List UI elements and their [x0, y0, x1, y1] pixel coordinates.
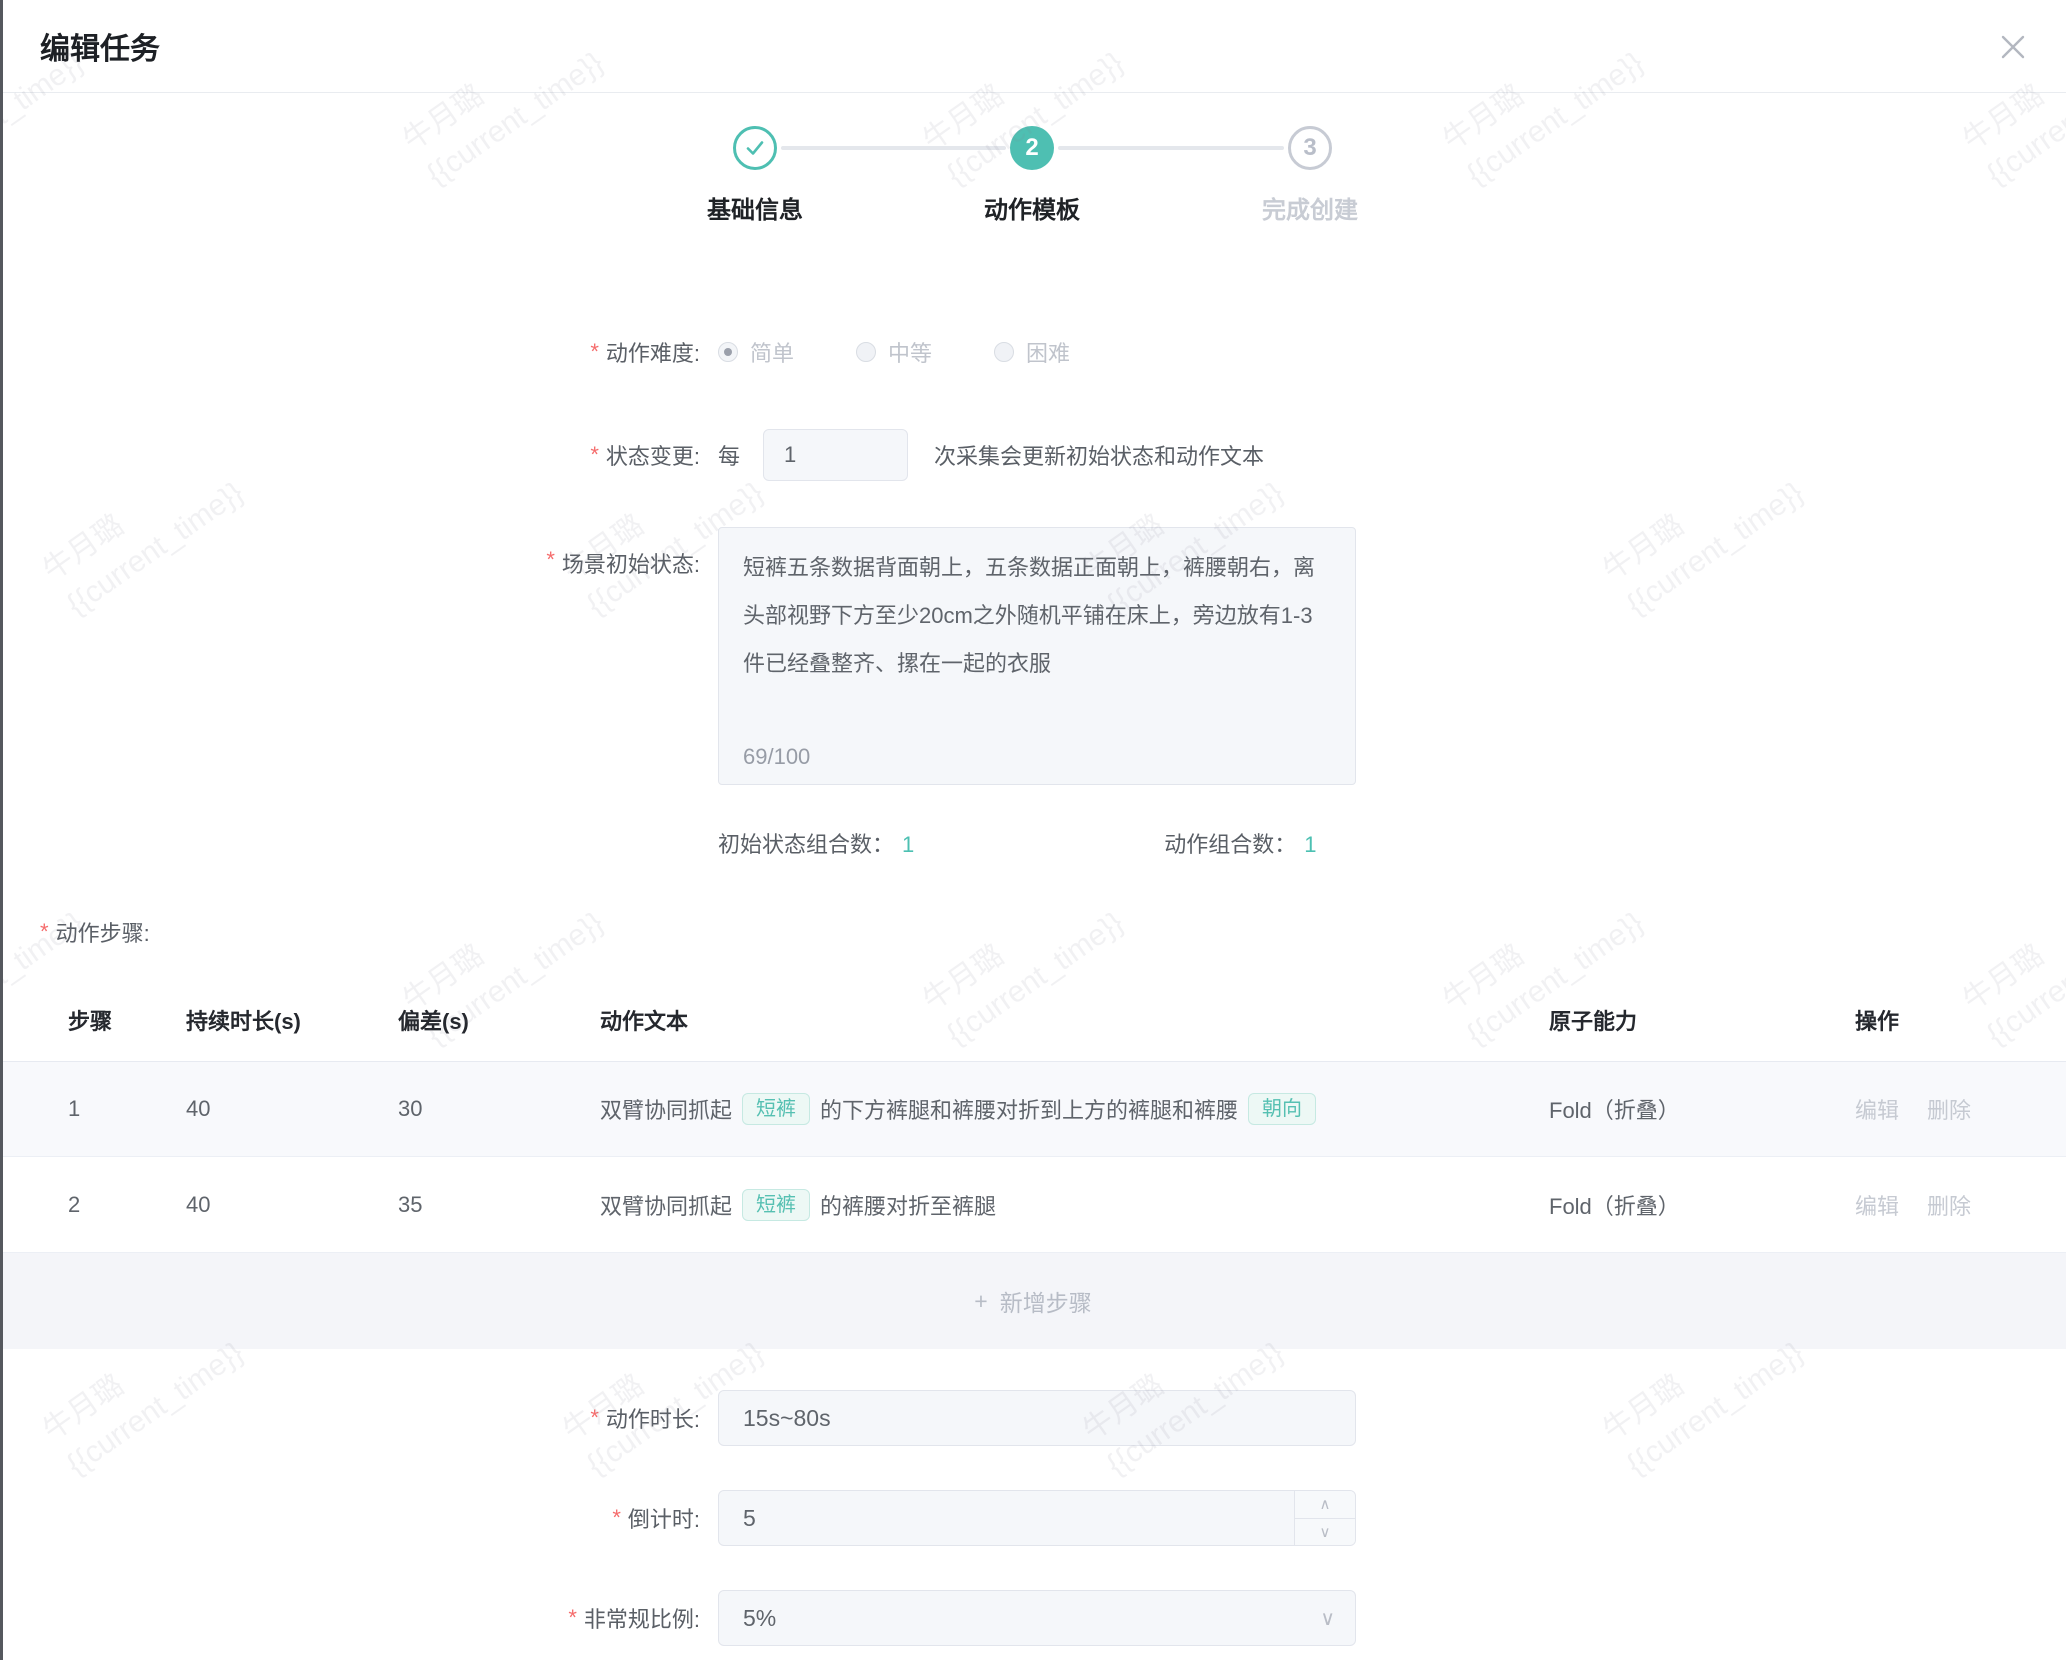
delete-link[interactable]: 删除	[1927, 1189, 1971, 1221]
action-text-segment: 的下方裤腿和裤腰对折到上方的裤腿和裤腰	[820, 1093, 1238, 1125]
initial-state-label: * 场景初始状态:	[0, 527, 700, 579]
select-chevron-down-icon: ∨	[1320, 1591, 1335, 1645]
step-1-label: 基础信息	[707, 190, 803, 225]
required-asterisk: *	[40, 919, 49, 945]
required-asterisk: *	[546, 547, 555, 573]
action-text-segment: 双臂协同抓起	[600, 1189, 732, 1221]
difficulty-label: * 动作难度:	[0, 336, 700, 368]
dialog-title: 编辑任务	[40, 24, 160, 68]
difficulty-radio-group: 简单 中等 困难	[718, 336, 1070, 368]
initial-combos-value: 1	[902, 832, 914, 857]
cell-duration: 40	[186, 1096, 398, 1122]
radio-icon	[994, 342, 1014, 362]
required-asterisk: *	[612, 1505, 621, 1531]
required-asterisk: *	[590, 339, 599, 365]
check-icon	[743, 136, 767, 160]
action-duration-label: * 动作时长:	[0, 1402, 700, 1434]
action-duration-input[interactable]: 15s~80s	[718, 1390, 1356, 1446]
initial-state-textarea[interactable]: 短裤五条数据背面朝上，五条数据正面朝上，裤腰朝右，离头部视野下方至少20cm之外…	[718, 527, 1356, 785]
action-steps-label: * 动作步骤:	[40, 916, 150, 948]
cell-duration: 40	[186, 1192, 398, 1218]
cell-deviation: 35	[398, 1192, 600, 1218]
radio-icon	[856, 342, 876, 362]
step-3-circle: 3	[1288, 126, 1332, 170]
window-left-edge	[0, 0, 3, 1660]
add-step-button[interactable]: + 新增步骤	[974, 1284, 1091, 1318]
object-tag: 短裤	[742, 1093, 810, 1125]
countdown-row: * 倒计时: 5 ∧ ∨	[0, 1490, 2066, 1546]
col-header-deviation: 偏差(s)	[398, 1004, 600, 1036]
cell-action-text: 双臂协同抓起 短裤 的裤腰对折至裤腿	[600, 1189, 1549, 1221]
combos-row: 初始状态组合数：1 动作组合数：1	[0, 826, 2066, 860]
cell-deviation: 30	[398, 1096, 600, 1122]
add-step-band: + 新增步骤	[0, 1253, 2066, 1349]
state-change-row: * 状态变更: 每 1 次采集会更新初始状态和动作文本	[0, 429, 2066, 481]
initial-state-row: * 场景初始状态: 短裤五条数据背面朝上，五条数据正面朝上，裤腰朝右，离头部视野…	[0, 527, 2066, 785]
char-counter: 69/100	[743, 744, 810, 770]
radio-option-hard[interactable]: 困难	[994, 336, 1070, 368]
step-2-circle: 2	[1010, 126, 1054, 170]
countdown-input[interactable]: 5 ∧ ∨	[718, 1490, 1356, 1546]
cell-ability: Fold（折叠）	[1549, 1093, 1855, 1125]
required-asterisk: *	[590, 1405, 599, 1431]
action-text-segment: 的裤腰对折至裤腿	[820, 1189, 996, 1221]
cell-action-text: 双臂协同抓起 短裤 的下方裤腿和裤腰对折到上方的裤腿和裤腰 朝向	[600, 1093, 1549, 1125]
state-change-suffix: 次采集会更新初始状态和动作文本	[934, 439, 1264, 471]
table-row: 1 40 30 双臂协同抓起 短裤 的下方裤腿和裤腰对折到上方的裤腿和裤腰 朝向…	[0, 1062, 2066, 1157]
col-header-operations: 操作	[1855, 1004, 2066, 1036]
cell-step: 1	[68, 1096, 186, 1122]
state-change-input[interactable]: 1	[763, 429, 908, 481]
delete-link[interactable]: 删除	[1927, 1093, 1971, 1125]
action-duration-row: * 动作时长: 15s~80s	[0, 1390, 2066, 1446]
initial-combos: 初始状态组合数：1	[718, 827, 914, 859]
action-combos: 动作组合数：1	[1164, 827, 1316, 859]
edit-link[interactable]: 编辑	[1855, 1093, 1899, 1125]
state-change-prefix: 每	[718, 439, 740, 471]
orientation-tag: 朝向	[1248, 1093, 1316, 1125]
dialog-header: 编辑任务	[0, 0, 2066, 93]
stepper: 2 3 基础信息 动作模板 完成创建	[0, 93, 2066, 253]
cell-operations: 编辑 删除	[1855, 1093, 2066, 1125]
plus-icon: +	[974, 1288, 987, 1315]
action-text-segment: 双臂协同抓起	[600, 1093, 732, 1125]
table-header-row: 步骤 持续时长(s) 偏差(s) 动作文本 原子能力 操作	[0, 978, 2066, 1062]
col-header-action-text: 动作文本	[600, 1004, 1549, 1036]
required-asterisk: *	[590, 442, 599, 468]
step-connector	[1058, 146, 1284, 150]
unusual-ratio-label: * 非常规比例:	[0, 1602, 700, 1634]
chevron-down-icon[interactable]: ∨	[1295, 1519, 1355, 1546]
countdown-label: * 倒计时:	[0, 1502, 700, 1534]
col-header-step: 步骤	[68, 1004, 186, 1036]
step-2-label: 动作模板	[984, 190, 1080, 225]
step-1-circle	[733, 126, 777, 170]
step-connector	[781, 146, 1006, 150]
object-tag: 短裤	[742, 1189, 810, 1221]
edit-link[interactable]: 编辑	[1855, 1189, 1899, 1221]
cell-ability: Fold（折叠）	[1549, 1189, 1855, 1221]
unusual-ratio-row: * 非常规比例: 5% ∨	[0, 1590, 2066, 1646]
table-row: 2 40 35 双臂协同抓起 短裤 的裤腰对折至裤腿 Fold（折叠） 编辑 删…	[0, 1157, 2066, 1253]
radio-option-easy[interactable]: 简单	[718, 336, 794, 368]
chevron-up-icon[interactable]: ∧	[1295, 1491, 1355, 1519]
required-asterisk: *	[568, 1605, 577, 1631]
col-header-ability: 原子能力	[1549, 1004, 1855, 1036]
radio-icon	[718, 342, 738, 362]
col-header-duration: 持续时长(s)	[186, 1004, 398, 1036]
edit-task-dialog: 编辑任务 2 3 基础信息 动作模板 完成创建 * 动作难度: 简单	[0, 0, 2066, 1660]
initial-state-text: 短裤五条数据背面朝上，五条数据正面朝上，裤腰朝右，离头部视野下方至少20cm之外…	[743, 544, 1331, 688]
step-3-label: 完成创建	[1262, 190, 1358, 225]
unusual-ratio-select[interactable]: 5% ∨	[718, 1590, 1356, 1646]
difficulty-row: * 动作难度: 简单 中等 困难	[0, 330, 2066, 374]
action-combos-value: 1	[1304, 832, 1316, 857]
close-icon[interactable]	[1996, 30, 2030, 64]
radio-option-medium[interactable]: 中等	[856, 336, 932, 368]
state-change-label: * 状态变更:	[0, 439, 700, 471]
cell-operations: 编辑 删除	[1855, 1189, 2066, 1221]
number-spinner: ∧ ∨	[1294, 1491, 1355, 1545]
cell-step: 2	[68, 1192, 186, 1218]
